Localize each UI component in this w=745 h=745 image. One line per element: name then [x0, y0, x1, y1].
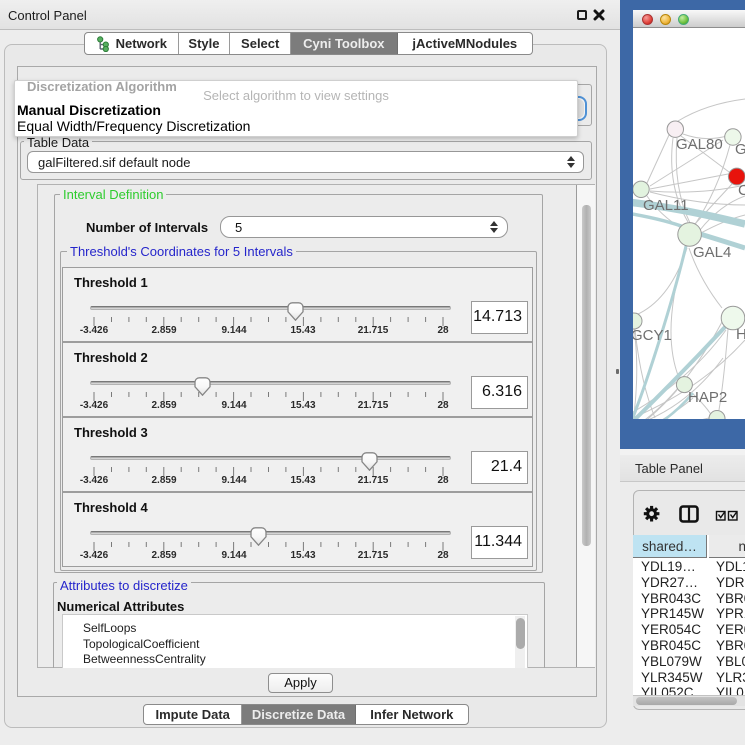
svg-text:GAL4: GAL4 — [693, 244, 731, 261]
svg-text:H: H — [736, 326, 745, 343]
svg-text:C: C — [738, 182, 745, 199]
svg-text:GAL80: GAL80 — [676, 136, 723, 153]
svg-text:G.: G. — [735, 141, 745, 158]
svg-text:GCY1: GCY1 — [633, 327, 672, 344]
svg-text:GAL11: GAL11 — [643, 197, 689, 214]
svg-text:HAP2: HAP2 — [688, 389, 727, 406]
